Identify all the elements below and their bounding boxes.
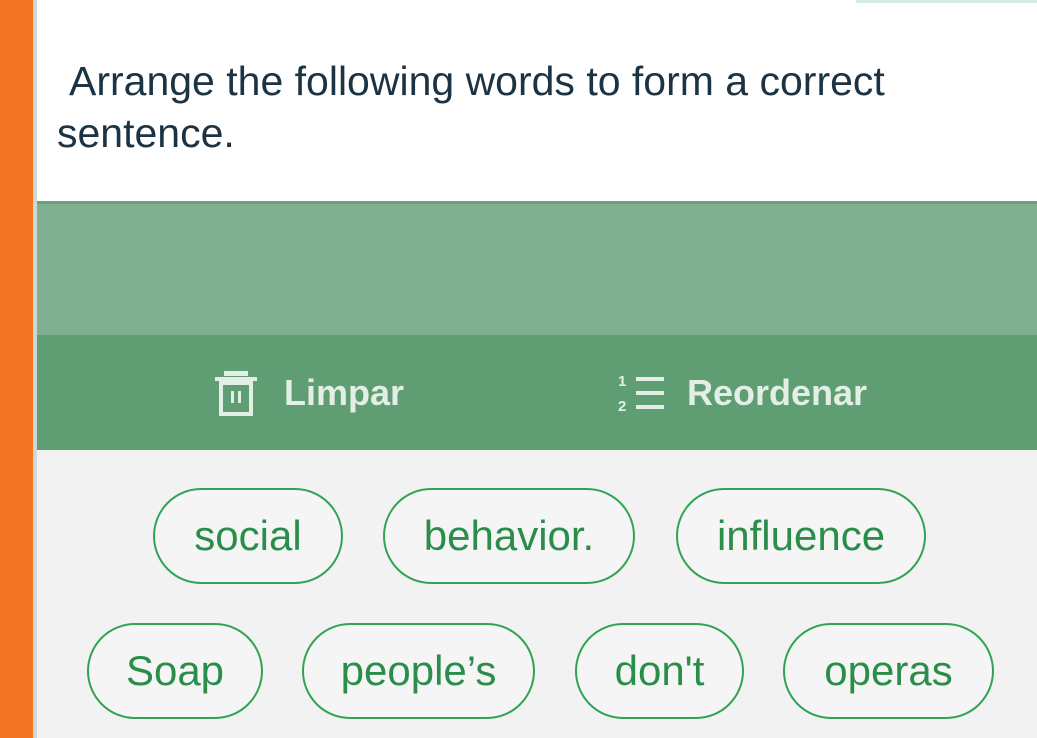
word-chip[interactable]: social (153, 488, 343, 584)
reorder-icon-digit-1: 1 (618, 373, 626, 390)
left-accent-bar (0, 0, 33, 738)
word-chip[interactable]: Soap (87, 623, 263, 719)
word-bank: social behavior. influence Soap people’s… (37, 450, 1037, 738)
numbered-list-icon: 1 2 (617, 369, 667, 417)
word-chip[interactable]: operas (783, 623, 994, 719)
question-text: Arrange the following words to form a co… (57, 58, 885, 156)
clear-button-label: Limpar (284, 371, 405, 413)
clear-button[interactable]: Limpar (212, 335, 404, 450)
word-chip[interactable]: influence (676, 488, 926, 584)
answer-toolbar: Limpar 1 2 Reordenar (37, 335, 1037, 450)
top-accent-line (856, 0, 1037, 3)
word-chip[interactable]: don't (575, 623, 744, 719)
word-chip[interactable]: behavior. (383, 488, 635, 584)
reorder-button-label: Reordenar (687, 371, 868, 413)
answer-drop-area[interactable] (37, 201, 1037, 335)
trash-icon (212, 369, 260, 417)
reorder-button[interactable]: 1 2 Reordenar (617, 335, 867, 450)
word-chip[interactable]: people’s (302, 623, 535, 719)
reorder-icon-digit-2: 2 (618, 398, 626, 415)
